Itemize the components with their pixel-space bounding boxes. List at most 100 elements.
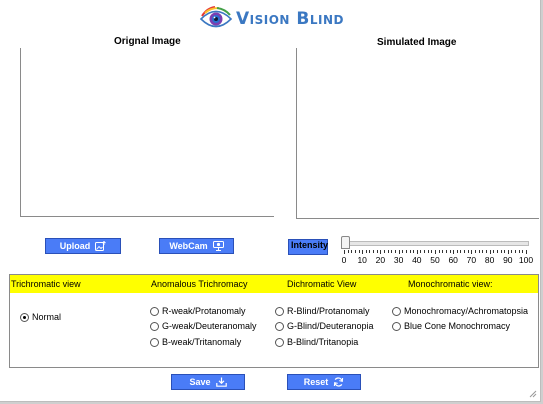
slider-minor-tick: [420, 250, 422, 253]
radio-achromatopsia[interactable]: Monochromacy/Achromatopsia: [392, 306, 528, 316]
resize-grip-icon[interactable]: [529, 390, 537, 398]
radio-deuteranopia-label: G-Blind/Deuteranopia: [287, 321, 374, 331]
radio-protanopia-indicator[interactable]: [275, 306, 284, 316]
radio-tritanopia[interactable]: B-Blind/Tritanopia: [275, 337, 358, 347]
download-icon: [215, 377, 227, 387]
slider-minor-tick: [464, 250, 466, 253]
slider-thumb[interactable]: [341, 236, 350, 249]
radio-blue-cone[interactable]: Blue Cone Monochromacy: [392, 321, 510, 331]
slider-minor-tick: [511, 250, 513, 253]
radio-blue-cone-label: Blue Cone Monochromacy: [404, 321, 511, 331]
header-anomalous: Anomalous Trichromacy: [151, 279, 248, 289]
slider-minor-tick: [435, 250, 436, 253]
simulated-image-title: Simulated Image: [377, 37, 457, 48]
slider-minor-tick: [438, 250, 440, 253]
slider-minor-tick: [380, 250, 382, 253]
slider-minor-tick: [493, 250, 495, 253]
reset-label: Reset: [303, 377, 329, 387]
webcam-button[interactable]: WebCam: [159, 238, 234, 254]
upload-label: Upload: [59, 241, 91, 251]
slider-minor-tick: [376, 250, 378, 253]
slider-minor-tick: [344, 250, 345, 253]
save-button[interactable]: Save: [171, 374, 245, 390]
slider-minor-tick: [478, 250, 480, 253]
slider-minor-tick: [453, 250, 455, 253]
slider-tick-label: 60: [448, 255, 458, 265]
radio-normal[interactable]: Normal: [20, 312, 61, 322]
slider-minor-tick: [504, 250, 506, 253]
intensity-slider[interactable]: 0 10 20 30 40 50 60 70 80 90 100: [340, 236, 534, 266]
slider-minor-tick: [373, 250, 375, 253]
slider-tick-label: 50: [430, 255, 440, 265]
radio-blue-cone-indicator[interactable]: [392, 321, 401, 331]
radio-normal-label: Normal: [32, 312, 62, 322]
slider-tick-label: 70: [466, 255, 477, 265]
slider-minor-tick: [471, 250, 473, 253]
radio-tritanopia-label: B-Blind/Tritanopia: [287, 337, 359, 347]
header-monochromatic: Monochromatic view:: [408, 279, 493, 289]
slider-tick-label: 30: [393, 255, 404, 265]
radio-deuteranomaly[interactable]: G-weak/Deuteranomaly: [150, 321, 257, 331]
slider-minor-tick: [496, 250, 498, 253]
slider-minor-tick: [467, 250, 469, 253]
radio-tritanomaly-indicator[interactable]: [150, 337, 159, 347]
slider-minor-tick: [507, 250, 509, 253]
slider-minor-tick: [515, 250, 517, 253]
radio-tritanomaly-label: B-weak/Tritanomaly: [162, 337, 242, 347]
slider-minor-tick: [384, 250, 386, 253]
slider-minor-tick: [391, 250, 393, 253]
radio-protanomaly[interactable]: R-weak/Protanomaly: [150, 306, 246, 316]
group-header-bar: Trichromatic view Anomalous Trichromacy …: [10, 275, 538, 293]
slider-minor-tick: [402, 250, 404, 253]
slider-minor-tick: [405, 250, 407, 253]
intensity-label: Intensity: [288, 239, 328, 255]
slider-tick-label: 10: [357, 255, 367, 265]
slider-minor-tick: [456, 250, 458, 253]
slider-minor-tick: [365, 250, 367, 253]
upload-image-icon: [95, 241, 107, 251]
slider-minor-tick: [522, 250, 524, 253]
upload-button[interactable]: Upload: [45, 238, 121, 254]
slider-minor-tick: [354, 250, 356, 253]
radio-protanopia[interactable]: R-Blind/Protanomaly: [275, 306, 370, 316]
radio-protanomaly-indicator[interactable]: [150, 306, 159, 316]
slider-tick-label: 90: [503, 255, 513, 265]
slider-minor-tick: [424, 250, 426, 253]
app-title: Vision Blind: [236, 9, 344, 29]
slider-minor-tick: [526, 250, 527, 253]
radio-tritanomaly[interactable]: B-weak/Tritanomaly: [150, 337, 241, 347]
slider-minor-tick: [431, 250, 433, 253]
slider-minor-tick: [347, 250, 349, 253]
slider-tick-label: 100: [518, 255, 534, 265]
slider-minor-tick: [358, 250, 360, 253]
refresh-icon: [334, 377, 344, 387]
app-logo: Vision Blind: [199, 4, 344, 34]
slider-tick-label: 20: [375, 255, 386, 265]
slider-track[interactable]: [343, 241, 529, 246]
radio-deuteranopia-indicator[interactable]: [275, 321, 284, 331]
slider-minor-tick: [409, 250, 411, 253]
webcam-icon: [212, 241, 224, 251]
slider-minor-tick: [416, 250, 418, 253]
radio-tritanopia-indicator[interactable]: [275, 337, 284, 347]
original-image-panel: [20, 48, 274, 217]
slider-minor-tick: [449, 250, 451, 253]
header-trichromatic: Trichromatic view: [11, 279, 81, 289]
radio-achromatopsia-label: Monochromacy/Achromatopsia: [404, 306, 529, 316]
slider-minor-tick: [387, 250, 389, 253]
eye-logo-icon: [199, 6, 233, 28]
slider-minor-tick: [442, 250, 444, 253]
radio-protanomaly-label: R-weak/Protanomaly: [162, 306, 246, 316]
reset-button[interactable]: Reset: [287, 374, 361, 390]
radio-deuteranopia[interactable]: G-Blind/Deuteranopia: [275, 321, 374, 331]
slider-minor-tick: [489, 250, 491, 253]
slider-minor-tick: [445, 250, 447, 253]
simulated-image-panel: [296, 48, 539, 219]
slider-minor-tick: [362, 250, 364, 253]
radio-deuteranomaly-indicator[interactable]: [150, 321, 159, 331]
slider-minor-tick: [351, 250, 353, 253]
radio-achromatopsia-indicator[interactable]: [392, 306, 401, 316]
radio-normal-indicator[interactable]: [20, 312, 29, 322]
slider-minor-tick: [427, 250, 429, 253]
slider-tick-label: 80: [484, 255, 495, 265]
